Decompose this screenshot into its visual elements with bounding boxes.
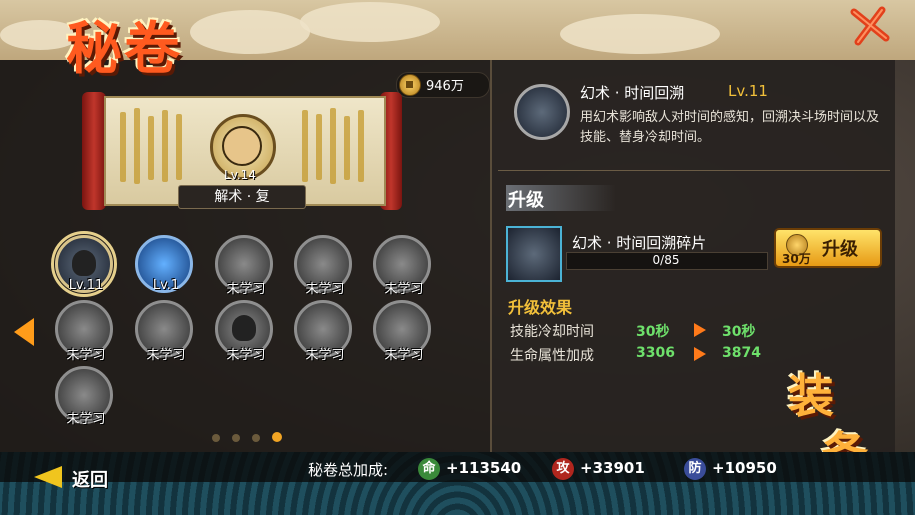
skill-description: 用幻术影响敌人对时间的感知，回溯决斗场时间以及技能、替身冷却时间。 xyxy=(580,110,880,145)
scroll-caption: 解术 · 复 xyxy=(178,185,306,209)
skill-label: 未学习 xyxy=(384,282,424,297)
arrow-right-icon xyxy=(694,347,706,361)
upgrade-cost: 30万 xyxy=(782,252,811,266)
attack-badge-icon: 攻 xyxy=(552,458,574,480)
arrow-right-icon xyxy=(694,323,706,337)
skill-label: 未学习 xyxy=(226,282,266,297)
stat-new-value: 3874 xyxy=(722,345,761,361)
skill-label: Lv.11 xyxy=(68,278,104,293)
upgrade-button-label: 升级 xyxy=(822,239,858,260)
skill-label: Lv.1 xyxy=(152,278,180,293)
stat-label: 技能冷却时间 xyxy=(510,324,594,340)
page-title: 秘卷 xyxy=(66,16,182,82)
page-dot-active[interactable] xyxy=(272,432,282,442)
skill-detail-icon xyxy=(514,84,570,140)
stat-old-value: 3306 xyxy=(636,345,675,361)
attack-bonus-value: +33901 xyxy=(580,459,645,477)
equip-button-char[interactable]: 装 xyxy=(788,360,834,426)
page-dot[interactable] xyxy=(252,434,260,442)
close-icon[interactable] xyxy=(848,4,892,48)
skill-name: 幻术 · 时间回溯 xyxy=(580,84,685,102)
divider xyxy=(498,170,890,171)
fragment-count: 0/85 xyxy=(652,253,680,267)
prev-page-arrow-icon[interactable] xyxy=(14,318,34,346)
coin-amount: 946万 xyxy=(426,79,464,94)
scroll-rod-left xyxy=(82,92,106,210)
stat-label: 生命属性加成 xyxy=(510,348,594,364)
page-dot[interactable] xyxy=(212,434,220,442)
character-portrait xyxy=(222,126,262,166)
skill-label: 未学习 xyxy=(305,282,345,297)
coin-icon xyxy=(399,74,421,96)
defense-badge-icon: 防 xyxy=(684,458,706,480)
skill-label: 未学习 xyxy=(384,348,424,363)
skill-level: Lv.11 xyxy=(728,82,768,100)
upgrade-section-title: 升级 xyxy=(508,190,544,211)
page-dot[interactable] xyxy=(232,434,240,442)
hp-badge-icon: 命 xyxy=(418,458,440,480)
stat-old-value: 30秒 xyxy=(636,324,670,340)
skill-label: 未学习 xyxy=(66,412,106,427)
fragment-name: 幻术 · 时间回溯碎片 xyxy=(572,234,707,252)
back-arrow-icon[interactable] xyxy=(34,466,62,488)
defense-bonus-value: +10950 xyxy=(712,459,777,477)
skill-label: 未学习 xyxy=(66,348,106,363)
scroll-level: Lv.14 xyxy=(224,168,256,182)
hp-bonus-value: +113540 xyxy=(446,459,522,477)
skill-label: 未学习 xyxy=(226,348,266,363)
total-bonus-label: 秘卷总加成: xyxy=(308,461,389,479)
skill-label: 未学习 xyxy=(146,348,186,363)
skill-label: 未学习 xyxy=(305,348,345,363)
back-button-label: 返回 xyxy=(72,470,108,491)
upgrade-effect-title: 升级效果 xyxy=(508,298,573,317)
fragment-icon[interactable] xyxy=(506,226,562,282)
stat-new-value: 30秒 xyxy=(722,324,756,340)
